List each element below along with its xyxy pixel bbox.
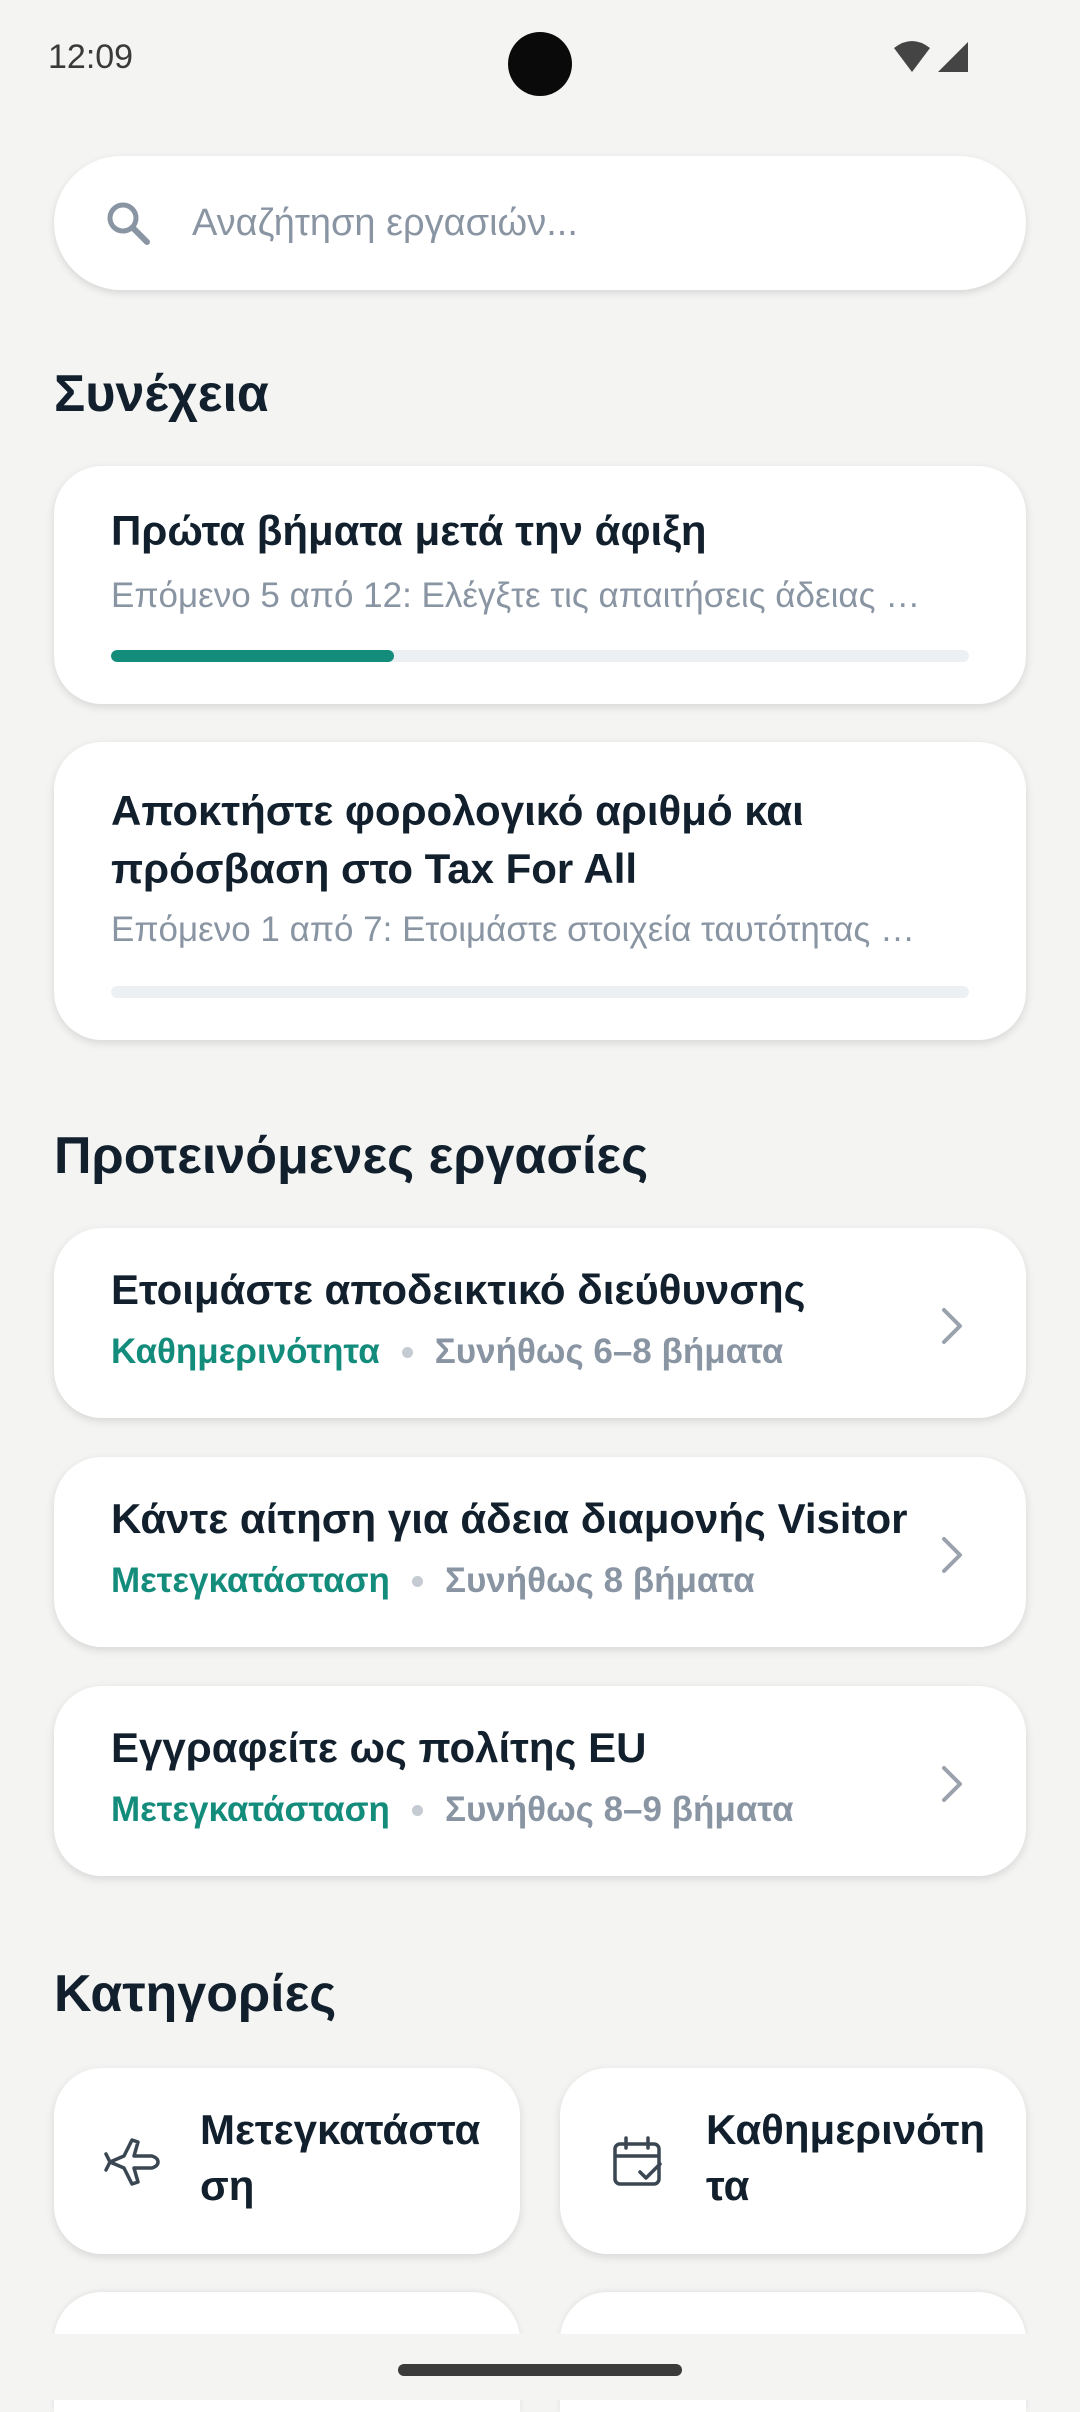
progress-bar xyxy=(111,650,969,662)
task-card[interactable]: Κάντε αίτηση για άδεια διαμονής Visitor … xyxy=(54,1457,1026,1647)
separator-dot xyxy=(411,1804,423,1816)
search-icon xyxy=(107,202,150,245)
task-steps: Συνήθως 6–8 βήματα xyxy=(434,1332,784,1371)
task-steps: Συνήθως 8–9 βήματα xyxy=(444,1790,794,1829)
home-indicator[interactable] xyxy=(398,2364,682,2376)
category-card-relocation[interactable]: Μετεγκατάσταση xyxy=(54,2068,520,2254)
status-time: 12:09 xyxy=(48,38,134,76)
task-category: Μετεγκατάσταση xyxy=(111,1790,390,1829)
task-card[interactable]: Ετοιμάστε αποδεικτικό διεύθυνσης Καθημερ… xyxy=(54,1228,1026,1418)
task-meta: Μετεγκατάσταση Συνήθως 8 βήματα xyxy=(111,1561,755,1601)
calendar-check-icon xyxy=(613,2136,662,2186)
chevron-right-icon xyxy=(942,1308,962,1344)
task-steps: Συνήθως 8 βήματα xyxy=(444,1561,755,1600)
search-input[interactable]: Αναζήτηση εργασιών... xyxy=(54,156,1026,290)
airplane-icon xyxy=(104,2138,160,2186)
category-card-daily-life[interactable]: Καθημερινότητα xyxy=(560,2068,1026,2254)
category-label: Μετεγκατάσταση xyxy=(200,2106,481,2209)
continue-card-title: Αποκτήστε φορολογικό αριθμό και πρόσβαση… xyxy=(111,787,804,892)
task-title: Εγγραφείτε ως πολίτης EU xyxy=(111,1724,647,1771)
progress-bar xyxy=(111,986,969,998)
task-card[interactable]: Εγγραφείτε ως πολίτης EU Μετεγκατάσταση … xyxy=(54,1686,1026,1876)
task-category: Μετεγκατάσταση xyxy=(111,1561,390,1600)
status-bar: 12:09 xyxy=(0,0,1080,120)
category-label: Καθημερινότητα xyxy=(706,2106,986,2209)
chevron-right-icon xyxy=(942,1766,962,1802)
categories-section-title: Κατηγορίες xyxy=(54,1965,337,2023)
task-title: Ετοιμάστε αποδεικτικό διεύθυνσης xyxy=(111,1266,806,1313)
continue-card[interactable]: Αποκτήστε φορολογικό αριθμό και πρόσβαση… xyxy=(54,742,1026,1040)
task-category: Καθημερινότητα xyxy=(111,1332,380,1371)
separator-dot xyxy=(411,1575,423,1587)
task-meta: Καθημερινότητα Συνήθως 6–8 βήματα xyxy=(111,1332,783,1372)
task-meta: Μετεγκατάσταση Συνήθως 8–9 βήματα xyxy=(111,1790,794,1830)
search-placeholder: Αναζήτηση εργασιών... xyxy=(192,201,578,244)
continue-card-subtitle: Επόμενο 1 από 7: Ετοιμάστε στοιχεία ταυτ… xyxy=(111,910,915,949)
continue-card-subtitle: Επόμενο 5 από 12: Ελέγξτε τις απαιτήσεις… xyxy=(111,576,921,615)
status-icons xyxy=(892,40,970,74)
continue-card-title: Πρώτα βήματα μετά την άφιξη xyxy=(111,507,707,554)
continue-card[interactable]: Πρώτα βήματα μετά την άφιξη Επόμενο 5 απ… xyxy=(54,466,1026,704)
camera-cutout xyxy=(508,32,572,96)
cellular-signal-icon xyxy=(938,42,968,72)
chevron-right-icon xyxy=(942,1537,962,1573)
continue-section-title: Συνέχεια xyxy=(54,365,269,423)
task-title: Κάντε αίτηση για άδεια διαμονής Visitor xyxy=(111,1495,908,1542)
separator-dot xyxy=(401,1346,413,1358)
suggested-section-title: Προτεινόμενες εργασίες xyxy=(54,1127,649,1185)
progress-fill xyxy=(111,650,395,662)
wifi-icon xyxy=(894,41,930,72)
